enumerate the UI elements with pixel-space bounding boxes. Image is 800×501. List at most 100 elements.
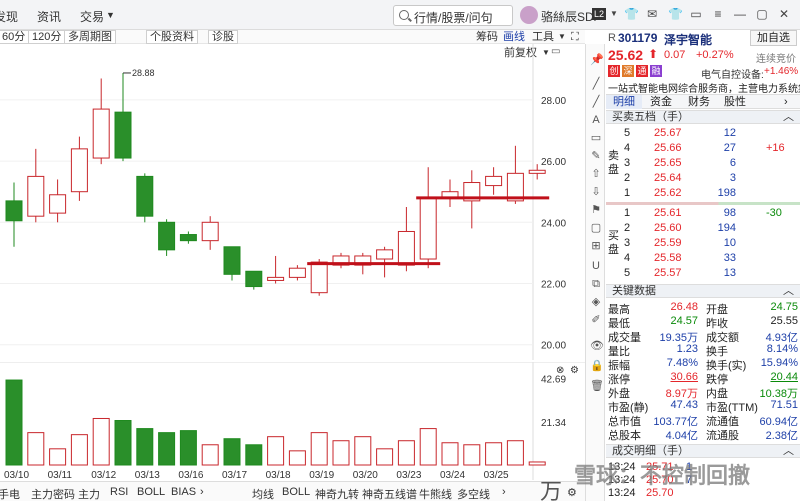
copy-icon[interactable]: ⧉ [590,278,602,290]
menu-discover[interactable]: 发现 [0,8,18,25]
rect-tool-icon[interactable]: ▢ [590,222,602,234]
trash-icon[interactable]: 🗑 [590,380,604,392]
order-price: 25.60 [654,222,682,234]
menu-icon[interactable]: ≡ [712,8,724,20]
tab-stock-nature[interactable]: 股性 [724,95,746,109]
tools-dropdown-icon[interactable]: ▼ [558,30,566,44]
order-price: 25.57 [654,267,682,279]
close-icon[interactable]: ✕ [778,8,790,20]
volume-bar [179,430,197,466]
buy-order-row[interactable]: 2 25.60 194 [606,222,800,235]
pen-tool-icon[interactable]: ✎ [590,150,602,162]
multi-period-button[interactable]: 多周期图 [64,30,116,44]
tab-funds[interactable]: 资金 [650,95,672,109]
company-desc[interactable]: 一站式智能电网综合服务商，主营电力系统集... [606,80,800,93]
channel-tool-icon[interactable]: ⊞ [590,240,602,252]
chevron-right-icon[interactable]: › [502,486,506,498]
sell-order-row[interactable]: 1 25.62 198 [606,187,800,200]
tab-detail[interactable]: 明细 [606,95,642,109]
trade-time: 13:24 [608,487,636,499]
maximize-icon[interactable]: ▢ [756,8,768,20]
volume-chart[interactable]: ⊗ ⚙42.6921.3403/10 03/11 03/12 03/13 03/16 03/… [0,362,585,480]
avatar[interactable] [520,6,538,24]
sell-order-row[interactable]: 5 25.67 12 [606,127,800,140]
stock-profile-button[interactable]: 个股资料 [146,30,198,44]
tab-indicator[interactable]: 多空线 [457,486,490,501]
pin-icon[interactable]: 📌 [590,54,604,66]
fullscreen-icon[interactable]: ⛶ [571,30,579,44]
skin-icon[interactable]: 👕 [668,8,683,20]
line-tool-icon[interactable]: ╱ [590,78,602,90]
sector-label[interactable]: 电气自控设备: [701,66,764,81]
buy-order-row[interactable]: 4 25.58 33 [606,252,800,265]
x-tick-label: 03/16 [178,470,203,480]
ray-tool-icon[interactable]: ╱ [590,96,602,108]
menu-trade[interactable]: 交易 [80,8,104,25]
message-icon[interactable]: ▭ [690,8,702,20]
kline-chart[interactable]: 28.00 26.00 24.00 22.00 20.00 28.88 ▭ [0,44,585,360]
y-tick-label: 20.00 [541,341,566,352]
trade-time: 13:24 [608,474,636,486]
tab-indicator[interactable]: 神奇五线谱 [362,486,417,501]
menu-news[interactable]: 资讯 [37,8,61,25]
volume-bar [114,420,132,466]
chevron-down-icon[interactable]: ▼ [608,8,620,20]
sell-order-row[interactable]: 4 25.66 27 +16 [606,142,800,155]
period-60m-button[interactable]: 60分 [0,30,30,44]
order-price: 25.58 [654,252,682,264]
buy-order-row[interactable]: 1 25.61 98 -30 [606,207,800,220]
tab-indicator[interactable]: BOLL [137,486,165,498]
order-price: 25.64 [654,172,682,184]
tab-indicator[interactable]: BOLL [282,486,310,498]
stock-code: 301179 [618,31,658,45]
tab-indicator[interactable]: 牛熊线 [419,486,452,501]
tab-indicator[interactable]: 均线 [252,486,274,501]
buy-order-row[interactable]: 3 25.59 10 [606,237,800,250]
period-120m-button[interactable]: 120分 [28,30,66,44]
chips-link[interactable]: 筹码 [476,30,498,44]
layers-icon[interactable]: ◈ [590,296,602,308]
comment-tool-icon[interactable]: ▭ [590,132,602,144]
x-tick-label: 03/20 [353,470,378,480]
order-level: 4 [624,252,631,264]
tab-indicator[interactable]: 主力密码 [31,486,75,501]
key-value: 7.48% [666,357,698,369]
order-price: 25.67 [654,127,682,139]
shirt-icon[interactable]: 👕 [624,8,639,20]
diagnose-button[interactable]: 诊股 [208,30,238,44]
tools-link[interactable]: 工具 [532,30,554,44]
tab-indicator[interactable]: RSI [110,486,128,498]
minimize-icon[interactable]: — [734,8,746,20]
add-watchlist-button[interactable]: 加自选 [750,30,797,46]
chevron-right-icon[interactable]: › [784,95,788,109]
search-input[interactable]: 行情/股票/问句 [393,5,513,26]
flag-tool-icon[interactable]: ⚑ [590,204,602,216]
sell-order-row[interactable]: 3 25.65 6 [606,157,800,170]
tab-indicator[interactable]: 主力 [78,486,100,501]
candle-body [49,194,67,214]
lock-icon[interactable]: 🔒 [590,360,604,372]
buy-order-row[interactable]: 5 25.57 13 [606,267,800,280]
mail-icon[interactable]: ✉ [646,8,658,20]
collapse-icon[interactable]: ︿ [783,285,794,298]
collapse-icon[interactable]: ︿ [783,111,794,124]
sell-order-row[interactable]: 2 25.64 3 [606,172,800,185]
text-tool-icon[interactable]: A [590,114,602,126]
arrow-down-tool-icon[interactable]: ⇩ [590,186,602,198]
chevron-right-icon[interactable]: › [200,486,204,498]
tab-indicator[interactable]: BIAS [171,486,196,498]
trade-dropdown-icon[interactable]: ▼ [106,10,115,20]
volume-tick-label: 42.69 [541,375,566,386]
arrow-up-tool-icon[interactable]: ⇧ [590,168,602,180]
collapse-icon[interactable]: ︿ [783,445,794,458]
settings-icon[interactable]: ⚙ [567,486,577,499]
tab-finance[interactable]: 财务 [688,95,710,109]
eye-icon[interactable]: 👁 [590,340,604,352]
tab-indicator[interactable]: 神奇九转 [315,486,359,501]
magnet-icon[interactable]: U [590,260,602,272]
edit-icon[interactable]: ✐ [590,314,602,326]
order-level: 1 [624,207,631,219]
draw-line-link[interactable]: 画线 [503,30,525,44]
tab-indicator[interactable]: 手电 [0,486,20,501]
user-name[interactable]: 骆絲辰SDi [541,8,596,25]
